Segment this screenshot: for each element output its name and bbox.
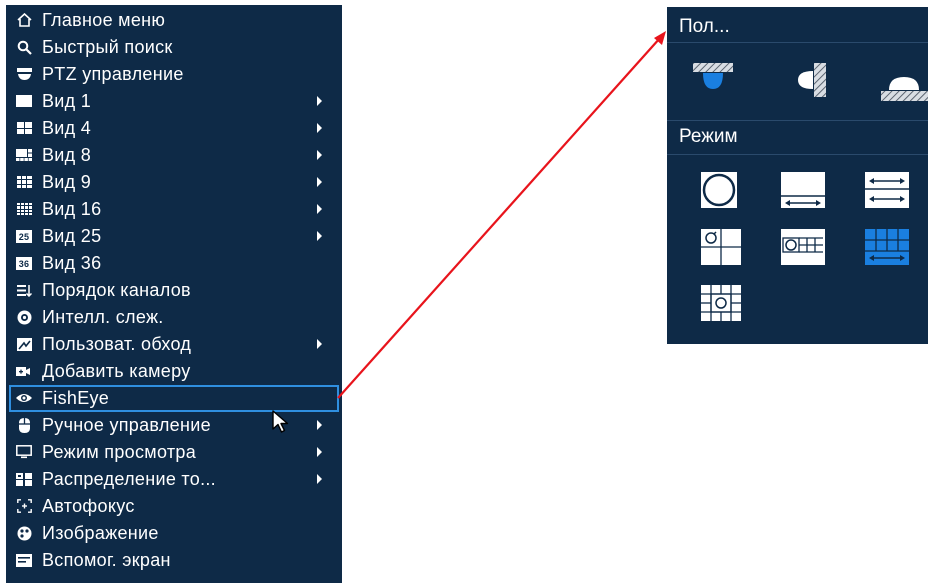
submenu-arrow-icon xyxy=(317,339,322,349)
home-icon xyxy=(16,12,32,28)
menu-item-label: Главное меню xyxy=(42,10,166,30)
panorama-plus-8-icon[interactable] xyxy=(865,229,909,265)
menu-item-label: Вид 9 xyxy=(42,172,92,192)
menu-item-view-25[interactable]: 25 Вид 25 xyxy=(6,223,342,250)
panorama-180-icon[interactable] xyxy=(781,172,825,208)
menu-item-label: Интелл. слеж. xyxy=(42,307,164,327)
add-camera-icon xyxy=(16,363,32,379)
menu-item-custom-tour[interactable]: Пользоват. обход xyxy=(6,331,342,358)
image-icon xyxy=(16,525,32,541)
submenu-arrow-icon xyxy=(317,96,322,106)
view-9-icon xyxy=(16,174,32,190)
menu-item-view-16[interactable]: Вид 16 xyxy=(6,196,342,223)
submenu-arrow-icon xyxy=(317,447,322,457)
manual-control-icon xyxy=(16,417,32,433)
view-8-icon xyxy=(16,147,32,163)
fisheye-original-icon[interactable] xyxy=(701,172,737,208)
menu-item-view-8[interactable]: Вид 8 xyxy=(6,142,342,169)
menu-item-smart-tracking[interactable]: Интелл. слеж. xyxy=(6,304,342,331)
view-1-icon xyxy=(16,93,32,109)
stream-distribution-icon xyxy=(16,471,32,487)
menu-item-view-4[interactable]: Вид 4 xyxy=(6,115,342,142)
mouse-cursor-icon xyxy=(272,410,289,433)
mode-section-label: Режим xyxy=(679,126,738,147)
channel-order-icon xyxy=(16,282,32,298)
menu-item-label: Пользоват. обход xyxy=(42,334,192,354)
menu-item-image[interactable]: Изображение xyxy=(6,520,342,547)
submenu-arrow-icon xyxy=(317,150,322,160)
ground-mount-icon[interactable] xyxy=(881,73,928,101)
submenu-arrow-icon xyxy=(317,420,322,430)
menu-item-label: Порядок каналов xyxy=(42,280,191,300)
view-36-icon: 36 xyxy=(16,257,32,270)
menu-item-label: Вид 4 xyxy=(42,118,92,138)
wall-mount-icon[interactable] xyxy=(792,63,826,97)
divider xyxy=(667,42,928,43)
panorama-360-icon[interactable] xyxy=(865,172,909,208)
menu-item-view-9[interactable]: Вид 9 xyxy=(6,169,342,196)
menu-item-view-1[interactable]: Вид 1 xyxy=(6,88,342,115)
menu-item-label: Вид 16 xyxy=(42,199,102,219)
menu-item-label: Вид 1 xyxy=(42,91,92,111)
view-16-icon xyxy=(16,201,32,217)
autofocus-icon xyxy=(16,498,32,514)
menu-item-label: Вид 8 xyxy=(42,145,92,165)
menu-item-label: Ручное управление xyxy=(42,415,211,435)
view-25-icon: 25 xyxy=(16,230,32,243)
menu-item-aux-screen[interactable]: Вспомог. экран xyxy=(6,547,342,574)
menu-item-label: PTZ управление xyxy=(42,64,184,84)
fisheye-plus-4-icon[interactable] xyxy=(781,229,825,265)
menu-item-label: Распределение то... xyxy=(42,469,216,489)
submenu-arrow-icon xyxy=(317,231,322,241)
menu-item-channel-order[interactable]: Порядок каналов xyxy=(6,277,342,304)
custom-tour-icon xyxy=(16,336,32,352)
view-mode-icon xyxy=(16,444,32,460)
divider xyxy=(667,154,928,155)
menu-item-fisheye[interactable]: FishEye xyxy=(9,385,339,412)
menu-item-label: Добавить камеру xyxy=(42,361,191,381)
smart-track-icon xyxy=(16,309,32,325)
fisheye-plus-3-icon[interactable] xyxy=(701,229,741,265)
aux-screen-icon xyxy=(16,552,32,568)
context-menu: Главное меню Быстрый поиск PTZ управлени… xyxy=(6,5,342,583)
menu-item-label: Вспомог. экран xyxy=(42,550,171,570)
submenu-arrow-icon xyxy=(317,204,322,214)
menu-item-main-menu[interactable]: Главное меню xyxy=(6,7,342,34)
search-icon xyxy=(16,39,32,55)
panel-title: Пол... xyxy=(679,16,730,37)
fisheye-icon xyxy=(16,390,32,406)
menu-item-ptz-control[interactable]: PTZ управление xyxy=(6,61,342,88)
submenu-arrow-icon xyxy=(317,177,322,187)
menu-item-label: Вид 36 xyxy=(42,253,102,273)
menu-item-view-36[interactable]: 36 Вид 36 xyxy=(6,250,342,277)
ceiling-mount-icon[interactable] xyxy=(693,63,733,95)
fisheye-plus-8-icon[interactable] xyxy=(701,285,741,321)
submenu-arrow-icon xyxy=(317,123,322,133)
fisheye-panel: Пол... Режим xyxy=(667,7,928,344)
menu-item-add-camera[interactable]: Добавить камеру xyxy=(6,358,342,385)
menu-item-label: Режим просмотра xyxy=(42,442,197,462)
menu-item-label: Изображение xyxy=(42,523,159,543)
view-4-icon xyxy=(16,120,32,136)
menu-item-label: Вид 25 xyxy=(42,226,102,246)
menu-item-label: Быстрый поиск xyxy=(42,37,173,57)
menu-item-autofocus[interactable]: Автофокус xyxy=(6,493,342,520)
divider xyxy=(667,120,928,121)
menu-item-quick-search[interactable]: Быстрый поиск xyxy=(6,34,342,61)
menu-item-stream-distribution[interactable]: Распределение то... xyxy=(6,466,342,493)
menu-item-label: Автофокус xyxy=(42,496,135,516)
menu-item-label: FishEye xyxy=(42,388,110,408)
submenu-arrow-icon xyxy=(317,474,322,484)
ptz-icon xyxy=(16,66,32,82)
menu-item-view-mode[interactable]: Режим просмотра xyxy=(6,439,342,466)
